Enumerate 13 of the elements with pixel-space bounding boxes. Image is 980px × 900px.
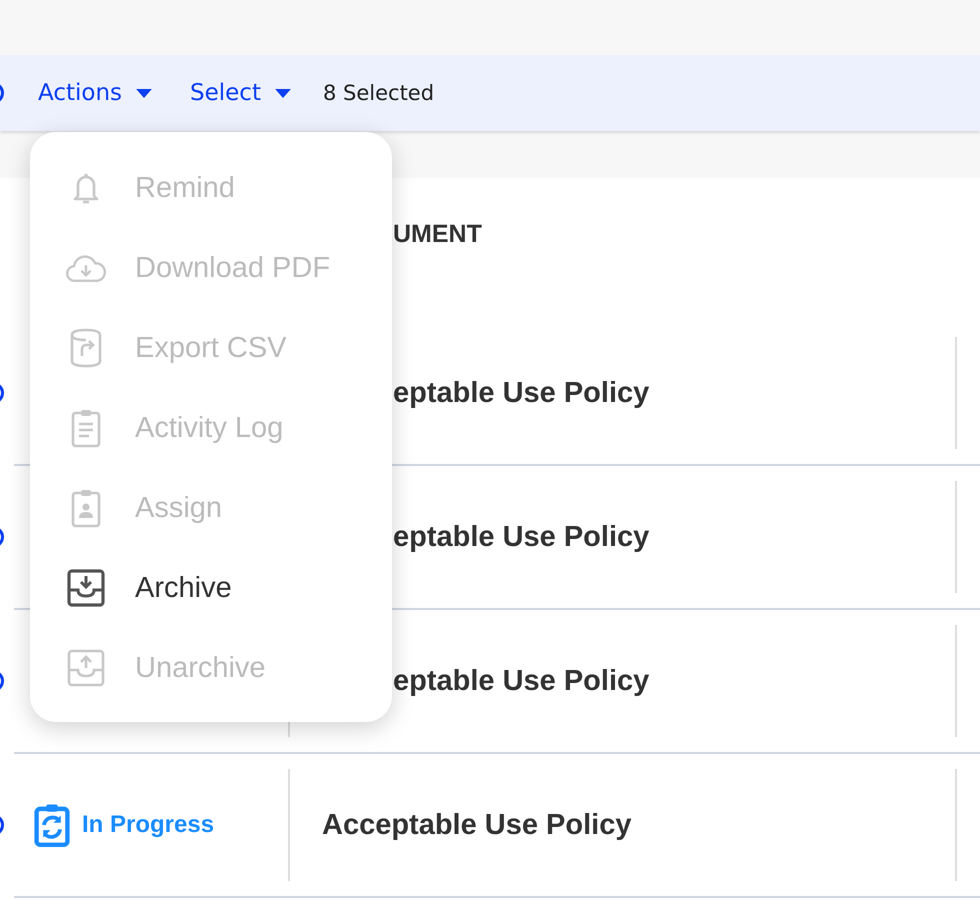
clipboard-sync-icon — [34, 803, 70, 847]
document-name: eptable Use Policy — [393, 520, 650, 552]
document-name: eptable Use Policy — [393, 376, 650, 408]
menu-item[interactable]: Archive — [30, 548, 392, 628]
status-label: In Progress — [82, 811, 214, 839]
document-name: eptable Use Policy — [393, 664, 650, 696]
caret-icon — [136, 88, 152, 98]
caret-icon — [274, 88, 291, 98]
selected-count: 8 Selected — [322, 81, 434, 105]
actions-dropdown[interactable]: Actions — [38, 80, 152, 106]
document-name: Acceptable Use Policy — [322, 808, 632, 840]
column-header: UMENT — [393, 220, 482, 248]
select-dropdown[interactable]: Select — [190, 80, 291, 106]
